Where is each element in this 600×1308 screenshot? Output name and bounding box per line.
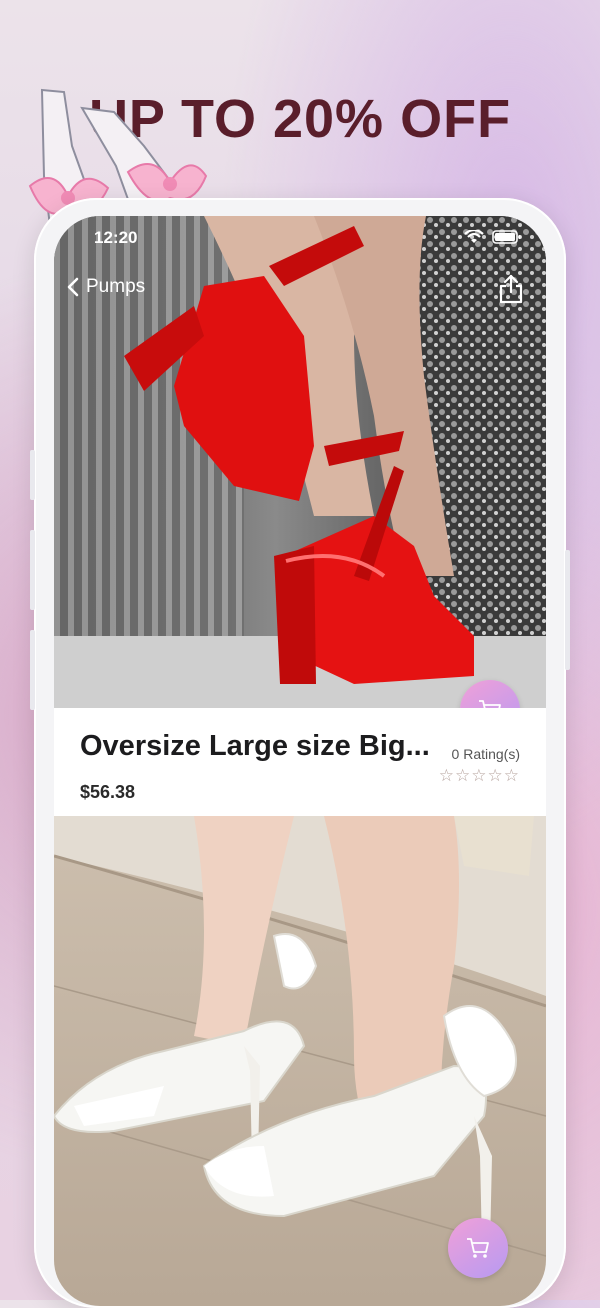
back-button[interactable]: Pumps (66, 276, 145, 298)
nav-bar: Pumps (54, 274, 546, 309)
battery-icon (492, 230, 521, 244)
status-time: 12:20 (94, 228, 138, 247)
star-rating: ☆☆☆☆☆ (438, 766, 520, 785)
rating-count: 0 Rating(s) (451, 746, 520, 762)
product-info-card[interactable]: Oversize Large size Big... $56.38 0 Rati… (54, 708, 546, 816)
phone-side-button (30, 530, 35, 610)
phone-side-button (30, 630, 35, 710)
wifi-icon (464, 230, 484, 243)
product-title[interactable]: Oversize Large size Big... (80, 730, 460, 763)
share-button[interactable] (498, 274, 524, 309)
phone-side-button (30, 450, 35, 500)
app-screen: 12:20 Pumps Oversize Large size Big... $… (54, 216, 546, 1306)
status-bar: 12:20 (54, 228, 546, 250)
back-button-label: Pumps (86, 276, 146, 297)
chevron-left-icon (67, 277, 79, 297)
cart-icon (467, 1238, 489, 1258)
add-to-cart-button[interactable] (448, 1218, 508, 1278)
share-icon (499, 274, 523, 304)
phone-side-button (565, 550, 570, 670)
product-price: $56.38 (80, 782, 136, 802)
